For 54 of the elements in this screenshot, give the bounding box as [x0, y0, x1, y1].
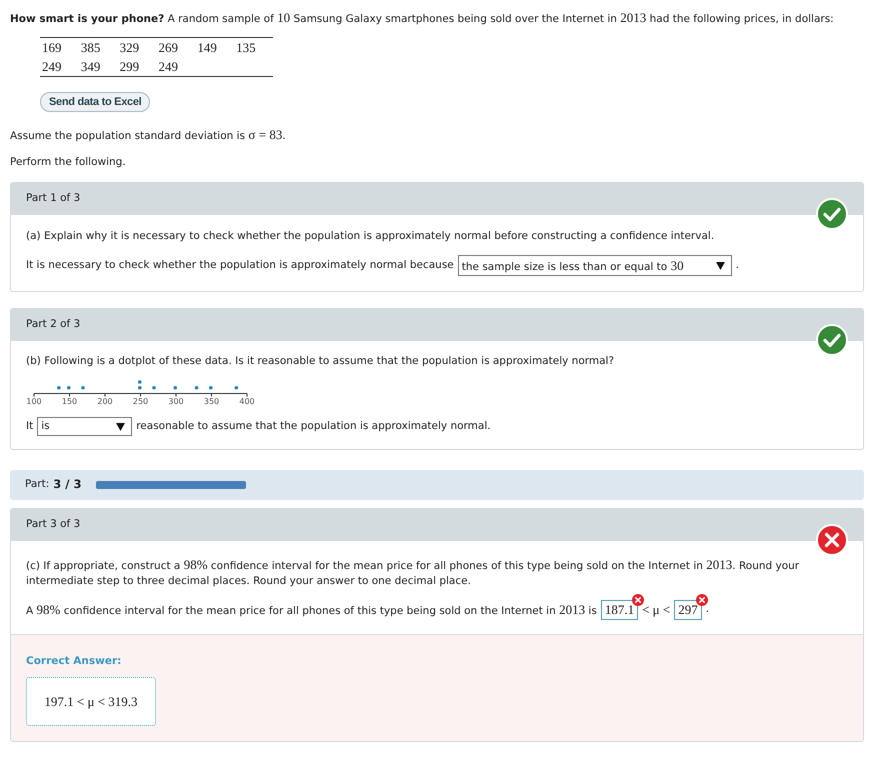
send-to-excel-button[interactable]: Send data to Excel — [40, 92, 150, 112]
data-cell-text: 149 — [196, 39, 218, 57]
data-dot — [138, 380, 142, 384]
data-cell-text: 385 — [80, 39, 102, 57]
sentence-text: . — [706, 602, 710, 618]
tick-label: 250 — [132, 397, 148, 406]
part-title: Part 2 of 3 — [26, 317, 80, 332]
question-text: (a) Explain why it is necessary to check whether the population is approximately normal before constructing a confidence interval. — [26, 229, 716, 244]
data-cell-text: 249 — [41, 58, 62, 76]
caret-icon — [716, 262, 725, 270]
answer-dropdown[interactable]: is — [37, 417, 132, 436]
tick-label: 400 — [239, 397, 255, 406]
question-text: (b) Following is a dotplot of these data. Is it reasonable to assume that the population is approximately normal? — [26, 354, 616, 369]
part-title: Part 1 of 3 — [26, 191, 80, 206]
data-dot — [138, 386, 142, 390]
data-dot — [67, 386, 71, 390]
answer-field[interactable]: 297 — [674, 600, 702, 620]
data-dot — [57, 386, 61, 390]
data-cell-text: 299 — [118, 58, 140, 76]
data-dot — [81, 386, 85, 390]
tick-label: 150 — [62, 397, 78, 406]
tick-label: 300 — [168, 397, 184, 406]
instruction-text: Perform the following. — [10, 155, 127, 170]
assumption-text: Assume the population standard deviation is σ = 83. — [10, 127, 287, 144]
sentence-text: reasonable to assume that the population is approximately normal. — [136, 418, 491, 434]
data-dot — [174, 386, 178, 390]
data-dot — [194, 386, 198, 390]
data-cell-text: 135 — [235, 39, 257, 57]
data-cell-text: 169 — [41, 39, 62, 57]
tick-label: 350 — [204, 397, 220, 406]
data-dot — [234, 386, 238, 390]
data-dot — [209, 386, 213, 390]
part-title: Part 3 of 3 — [26, 517, 80, 532]
data-cell-text: 349 — [80, 58, 102, 76]
math-text: < μ < — [642, 601, 670, 620]
data-cell-text: 329 — [118, 39, 140, 57]
sentence-text: It is necessary to check whether the population is approximately normal because — [26, 258, 454, 273]
correct-answer-label: Correct Answer: — [26, 654, 122, 669]
tick-label: 100 — [27, 397, 42, 406]
sentence-text: . — [736, 258, 739, 273]
caret-icon — [116, 422, 126, 430]
data-cell-text: 269 — [157, 39, 179, 57]
answer-dropdown[interactable]: the sample size is less than or equal to 30 — [458, 255, 732, 276]
data-dot — [152, 386, 156, 390]
correct-answer-value: 197.1 < μ < 319.3 — [26, 677, 156, 726]
sentence-text: It — [26, 418, 34, 434]
tick-label: 200 — [97, 397, 113, 406]
answer-field[interactable]: 187.1 — [600, 600, 638, 620]
intro-text: How smart is your phone? A random sample of 10 Samsung Galaxy smartphones being sold over the Internet in 2013 had the following prices, in dollars: — [10, 10, 835, 27]
sentence-text: A 98% confidence interval for the mean price for all phones of this type being sold on the Internet in 2013 is — [26, 601, 597, 620]
progress-value: 3 / 3 — [53, 476, 82, 494]
data-cell-text: 249 — [157, 58, 179, 76]
progress-label: Part: — [25, 477, 50, 492]
question-text: (c) If appropriate, construct a 98% confidence interval for the mean price for all phones of this type being sold on the Internet in 2013. Round your intermediate step to three decimal places. Round your answer to one decimal place. — [26, 557, 800, 589]
